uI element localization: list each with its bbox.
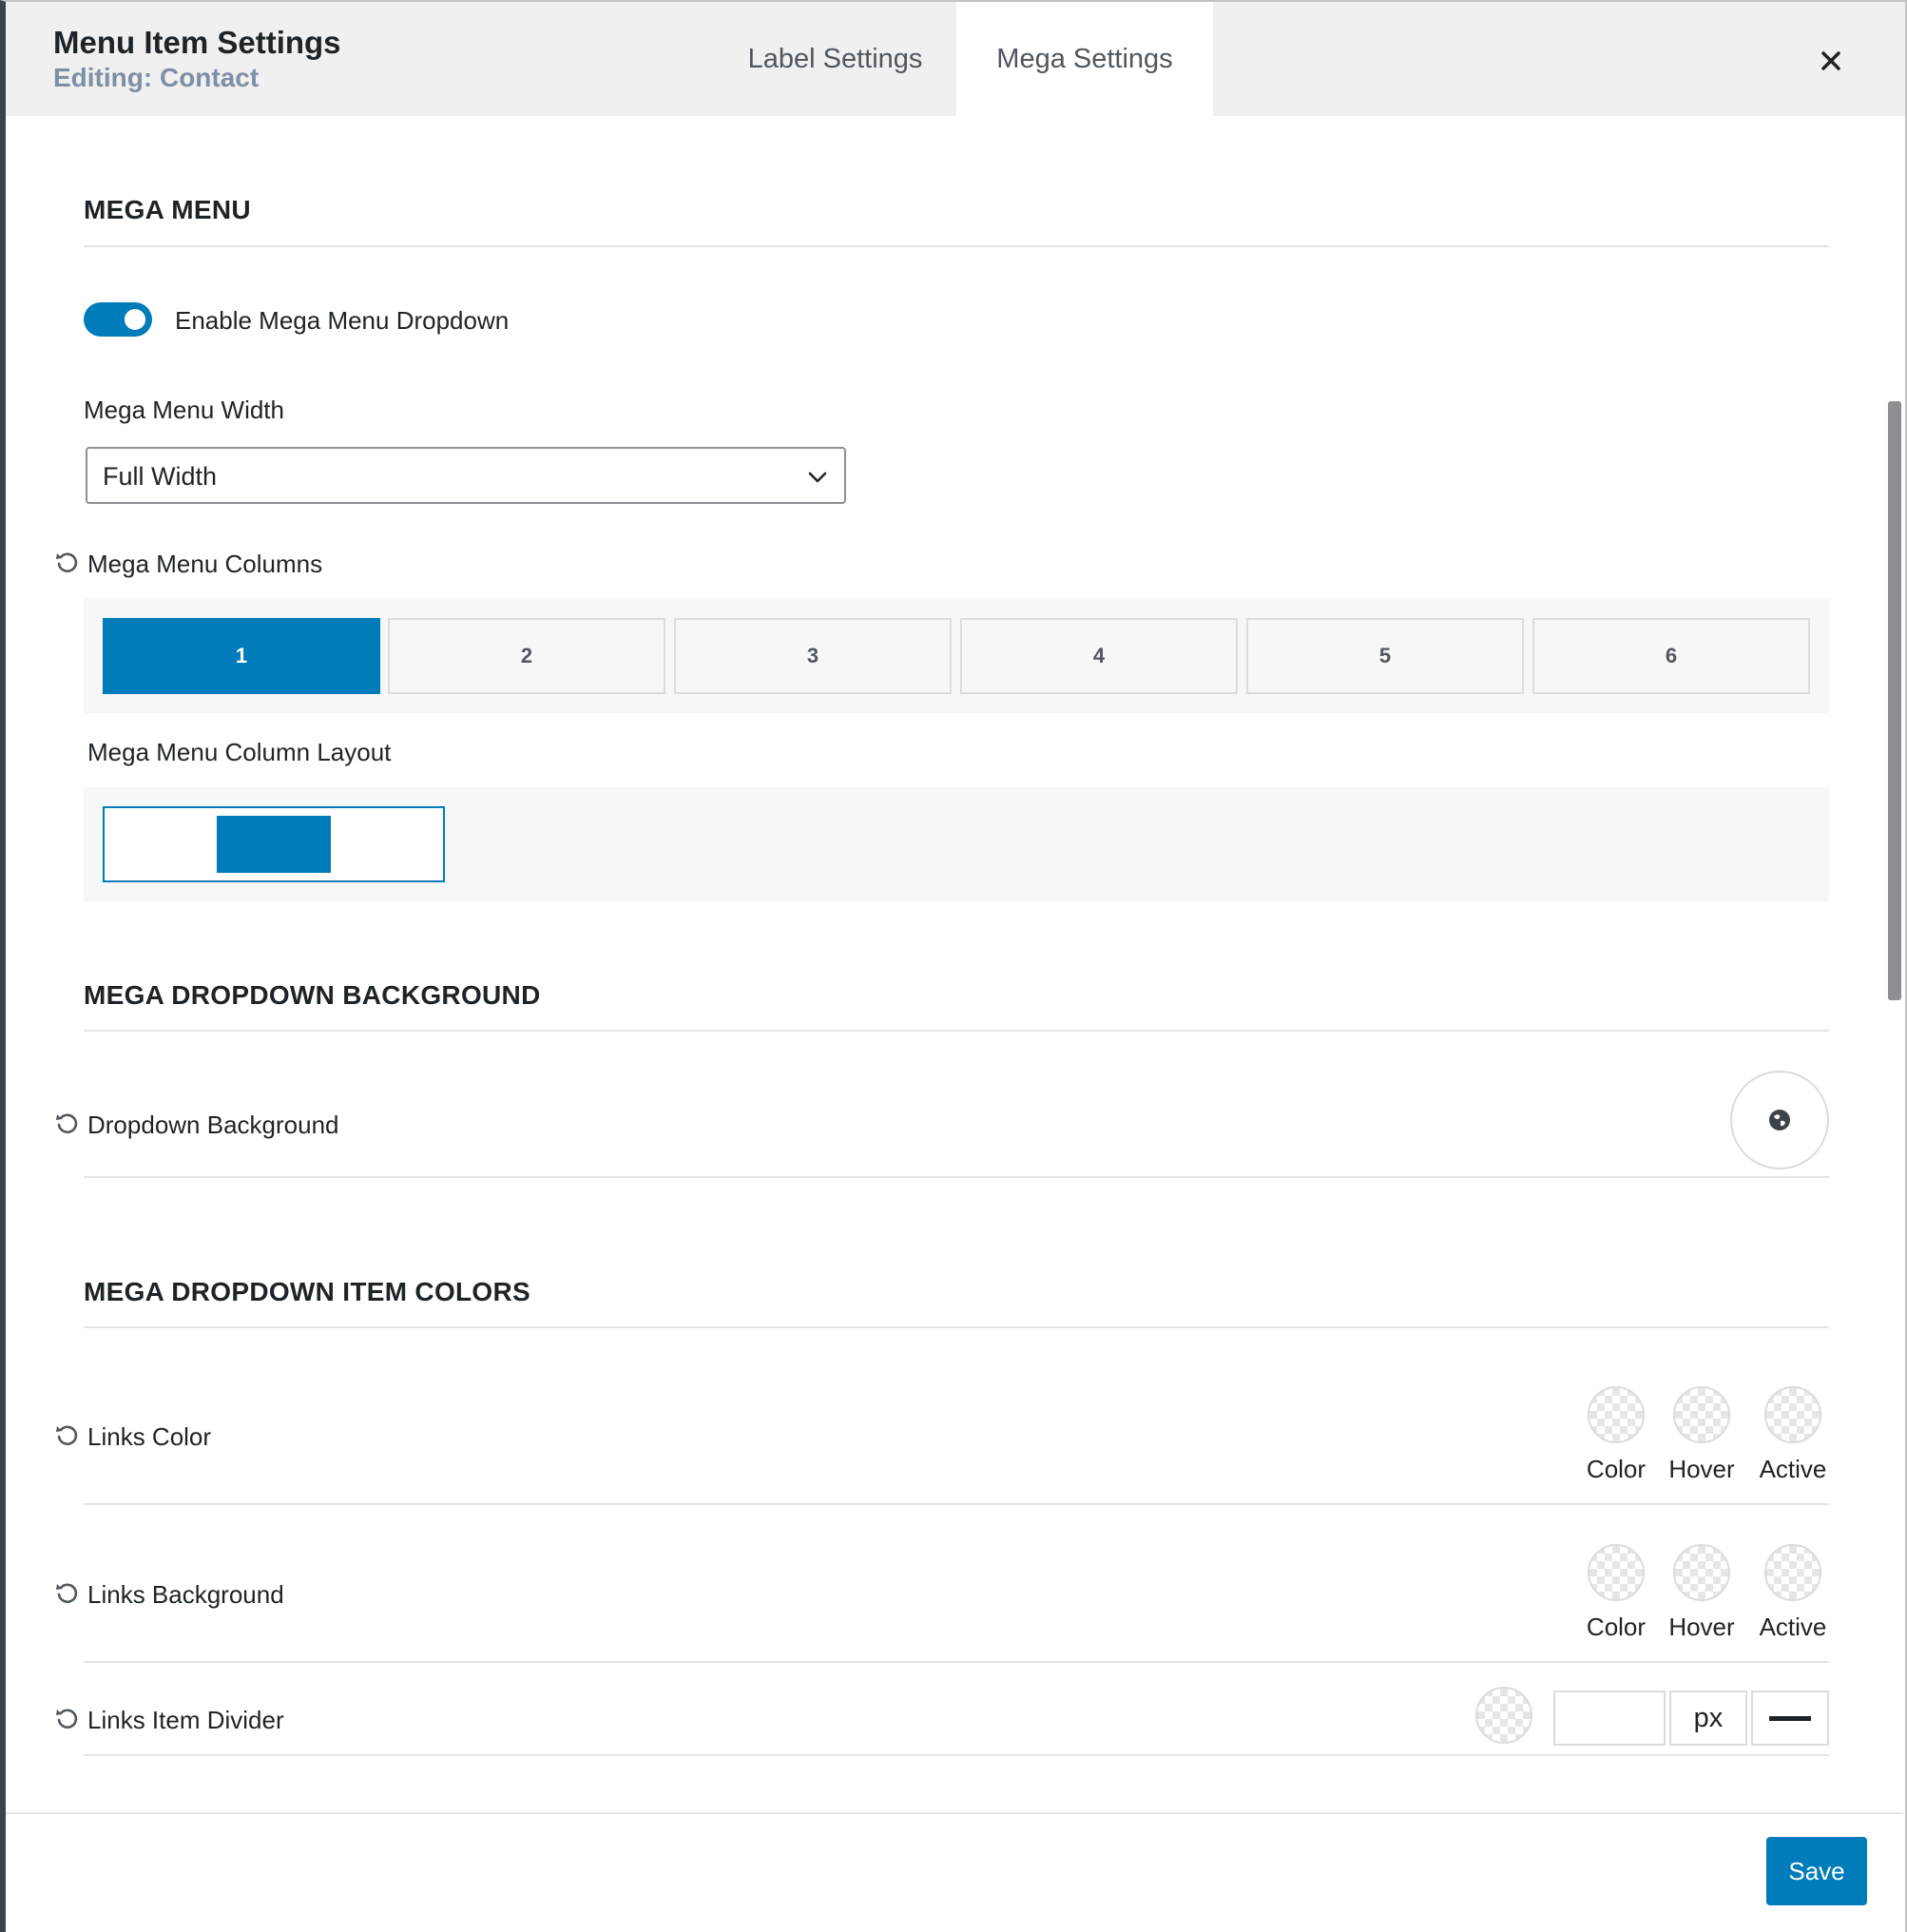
divider <box>84 1176 1829 1178</box>
modal-window <box>0 0 1907 1932</box>
enable-mega-menu-label: Enable Mega Menu Dropdown <box>175 306 510 335</box>
divider <box>84 1326 1829 1328</box>
divider <box>84 1030 1829 1032</box>
section-title-mega-menu: MEGA MENU <box>84 195 251 224</box>
mega-menu-width-select[interactable]: Full Width <box>86 447 846 504</box>
modal-subtitle: Editing: Contact <box>53 63 260 92</box>
divider <box>84 245 1829 247</box>
divider <box>84 1661 1829 1663</box>
links-bg-hover-swatch[interactable] <box>1673 1544 1730 1601</box>
footer-divider <box>6 1812 1903 1814</box>
mega-menu-width-label: Mega Menu Width <box>84 396 284 424</box>
section-title-dropdown-background: MEGA DROPDOWN BACKGROUND <box>84 980 541 1010</box>
column-option-4[interactable]: 4 <box>960 618 1238 694</box>
swatch-label-active: Active <box>1759 1613 1827 1641</box>
column-layout-selector <box>84 787 1829 901</box>
reset-icon[interactable] <box>53 1111 80 1137</box>
globe-icon <box>1769 1110 1790 1130</box>
links-color-swatch[interactable] <box>1588 1386 1645 1443</box>
divider-width-input[interactable] <box>1553 1690 1666 1746</box>
links-hover-swatch[interactable] <box>1673 1386 1730 1443</box>
close-icon <box>1821 51 1840 70</box>
reset-icon[interactable] <box>53 550 80 576</box>
dropdown-background-label: Dropdown Background <box>87 1111 339 1139</box>
divider-unit-select[interactable]: px <box>1669 1690 1747 1746</box>
column-option-6[interactable]: 6 <box>1532 618 1810 694</box>
column-layout-option[interactable] <box>103 806 445 882</box>
links-active-swatch[interactable] <box>1764 1386 1821 1443</box>
divider <box>84 1503 1829 1505</box>
links-bg-active-swatch[interactable] <box>1764 1544 1821 1601</box>
background-picker-button[interactable] <box>1730 1071 1829 1169</box>
save-button[interactable]: Save <box>1766 1837 1867 1905</box>
reset-icon[interactable] <box>53 1422 80 1449</box>
swatch-label-color: Color <box>1586 1613 1647 1641</box>
links-background-label: Links Background <box>87 1580 284 1609</box>
links-color-label: Links Color <box>87 1422 212 1451</box>
toggle-knob <box>125 309 145 330</box>
divider <box>84 1754 1829 1756</box>
mega-menu-width-value: Full Width <box>103 462 218 491</box>
scrollbar-thumb[interactable] <box>1888 401 1901 1000</box>
modal-header: Menu Item Settings Editing: Contact Labe… <box>6 2 1905 116</box>
links-item-divider-label: Links Item Divider <box>87 1706 284 1734</box>
tab-label-settings[interactable]: Label Settings <box>709 2 961 116</box>
modal-title: Menu Item Settings <box>53 25 341 60</box>
swatch-label-hover: Hover <box>1668 1613 1735 1641</box>
divider-style-select[interactable] <box>1751 1690 1829 1746</box>
column-layout-preview <box>217 816 331 873</box>
column-option-5[interactable]: 5 <box>1246 618 1524 694</box>
solid-line-icon <box>1769 1715 1811 1721</box>
links-bg-color-swatch[interactable] <box>1588 1544 1645 1601</box>
reset-icon[interactable] <box>53 1706 80 1732</box>
column-layout-label: Mega Menu Column Layout <box>87 738 392 766</box>
swatch-label-color: Color <box>1586 1455 1647 1483</box>
divider-color-swatch[interactable] <box>1475 1687 1532 1744</box>
section-title-item-colors: MEGA DROPDOWN ITEM COLORS <box>84 1277 531 1306</box>
columns-selector: 1 2 3 4 5 6 <box>84 599 1829 713</box>
swatch-label-hover: Hover <box>1668 1455 1735 1483</box>
enable-mega-menu-toggle[interactable] <box>84 302 152 337</box>
close-button[interactable] <box>1810 40 1852 82</box>
mega-menu-columns-label: Mega Menu Columns <box>87 550 323 578</box>
chevron-down-icon <box>808 472 827 483</box>
tab-mega-settings[interactable]: Mega Settings <box>956 2 1213 116</box>
column-option-1[interactable]: 1 <box>103 618 380 694</box>
reset-icon[interactable] <box>53 1580 80 1607</box>
column-option-2[interactable]: 2 <box>388 618 665 694</box>
swatch-label-active: Active <box>1759 1455 1827 1483</box>
column-option-3[interactable]: 3 <box>674 618 952 694</box>
